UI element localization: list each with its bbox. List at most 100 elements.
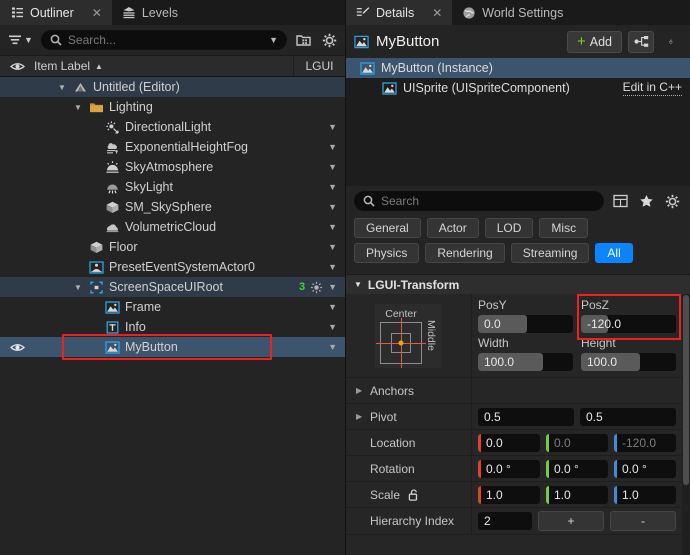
filter-button-all[interactable]: All	[595, 243, 633, 263]
value-field[interactable]: 1.0	[546, 485, 608, 504]
row-chevron-down-icon[interactable]: ▼	[328, 222, 337, 232]
details-title-text: MyButton	[376, 33, 440, 50]
value-field[interactable]: 0.5	[580, 407, 676, 426]
row-chevron-down-icon[interactable]: ▼	[328, 142, 337, 152]
component-row[interactable]: UISprite (UISpriteComponent) Edit in C++	[346, 78, 690, 98]
lock-details-button[interactable]	[660, 31, 682, 53]
outliner-row-controls: 3 ▼	[299, 280, 345, 295]
details-search-input[interactable]: Search	[354, 191, 604, 211]
sun-icon[interactable]	[309, 280, 324, 295]
section-header-lgui-transform[interactable]: ▼ LGUI-Transform	[346, 274, 690, 294]
tab-world-settings[interactable]: World Settings	[452, 0, 573, 25]
filter-button-lod[interactable]: LOD	[484, 218, 534, 238]
outliner-item-name: VolumetricCloud	[34, 220, 328, 235]
outliner-search-input[interactable]: Search... ▼	[40, 30, 287, 50]
filter-button-physics[interactable]: Physics	[354, 243, 420, 263]
column-item-label[interactable]: Item Label ▲	[34, 59, 293, 73]
blueprint-button[interactable]	[628, 30, 654, 53]
add-component-button[interactable]: + Add	[566, 30, 622, 53]
property-values: 1.0 1.0 1.0	[472, 483, 682, 507]
filter-button-general[interactable]: General	[354, 218, 421, 238]
value-field[interactable]: 0.0	[546, 433, 608, 452]
value-field[interactable]: -120.0	[614, 433, 676, 452]
value-field[interactable]: 0.0 °	[614, 459, 676, 478]
outliner-item-preseteventsystemactor0[interactable]: PresetEventSystemActor0 ▼	[0, 257, 345, 277]
close-icon[interactable]: ✕	[432, 6, 442, 20]
axis-color-bar-z	[614, 459, 617, 478]
field-input-height[interactable]: 100.0	[581, 353, 676, 371]
value-field[interactable]: 0.0 °	[478, 459, 540, 478]
field-input-posy[interactable]: 0.0	[478, 315, 573, 333]
table-view-button[interactable]	[610, 191, 630, 211]
outliner-item-exponentialheightfog[interactable]: ExponentialHeightFog ▼	[0, 137, 345, 157]
outliner-item-skyatmosphere[interactable]: SkyAtmosphere ▼	[0, 157, 345, 177]
new-folder-button[interactable]	[293, 30, 313, 50]
outliner-item-sm-skysphere[interactable]: SM_SkySphere ▼	[0, 197, 345, 217]
favorites-button[interactable]	[636, 191, 656, 211]
row-chevron-down-icon[interactable]: ▼	[328, 282, 337, 292]
row-chevron-down-icon[interactable]: ▼	[328, 302, 337, 312]
expand-triangle-icon[interactable]: ▼	[56, 83, 68, 92]
close-icon[interactable]: ✕	[92, 6, 102, 20]
row-chevron-down-icon[interactable]: ▼	[328, 242, 337, 252]
outliner-settings-button[interactable]	[319, 30, 339, 50]
levels-icon	[122, 6, 136, 20]
filter-button-actor[interactable]: Actor	[426, 218, 479, 238]
outliner-item-directionallight[interactable]: DirectionalLight ▼	[0, 117, 345, 137]
row-chevron-down-icon[interactable]: ▼	[328, 202, 337, 212]
outliner-item-label: SkyLight	[125, 180, 173, 194]
expand-triangle-icon[interactable]: ▼	[72, 103, 84, 112]
filter-button[interactable]: ▼	[6, 32, 35, 48]
expand-triangle-icon[interactable]: ▶	[356, 412, 364, 421]
properties-scrollbar[interactable]	[682, 294, 690, 555]
row-chevron-down-icon[interactable]: ▼	[328, 342, 337, 352]
decrement-button[interactable]: -	[610, 511, 676, 531]
edit-in-cpp-link[interactable]: Edit in C++	[622, 80, 682, 96]
value-field[interactable]: 1.0	[614, 485, 676, 504]
outliner-item-lighting[interactable]: ▼ Lighting	[0, 97, 345, 117]
component-row[interactable]: MyButton (Instance)	[346, 58, 690, 78]
outliner-item-name: Frame	[34, 300, 328, 315]
value-field[interactable]: 0.5	[478, 407, 574, 426]
row-chevron-down-icon[interactable]: ▼	[328, 182, 337, 192]
value-field[interactable]: 0.0 °	[546, 459, 608, 478]
value-field[interactable]: 2	[478, 512, 532, 530]
unlock-icon[interactable]	[406, 487, 421, 502]
chevron-down-icon[interactable]: ▼	[269, 35, 278, 45]
outliner-item-name: MyButton	[34, 340, 328, 355]
outliner-item-floor[interactable]: Floor ▼	[0, 237, 345, 257]
outliner-item-info[interactable]: Info ▼	[0, 317, 345, 337]
tab-levels[interactable]: Levels	[112, 0, 188, 25]
outliner-item-volumetriccloud[interactable]: VolumetricCloud ▼	[0, 217, 345, 237]
expand-triangle-icon[interactable]: ▼	[72, 283, 84, 292]
filter-button-misc[interactable]: Misc	[539, 218, 589, 238]
row-chevron-down-icon[interactable]: ▼	[328, 122, 337, 132]
filter-button-rendering[interactable]: Rendering	[425, 243, 505, 263]
outliner-item-screenspaceuiroot[interactable]: ▼ ScreenSpaceUIRoot 3 ▼	[0, 277, 345, 297]
anchor-preset-widget[interactable]: Center Middle	[346, 294, 472, 377]
outliner-item-skylight[interactable]: SkyLight ▼	[0, 177, 345, 197]
details-settings-button[interactable]	[662, 191, 682, 211]
outliner-item-mybutton[interactable]: MyButton ▼	[0, 337, 345, 357]
tab-outliner[interactable]: Outliner ✕	[0, 0, 112, 25]
visibility-toggle[interactable]	[0, 342, 34, 353]
tab-details[interactable]: Details ✕	[346, 0, 453, 25]
value-field[interactable]: 0.0	[478, 433, 540, 452]
field-input-posz[interactable]: -120.0	[581, 315, 676, 333]
scrollbar-thumb[interactable]	[683, 295, 689, 485]
outliner-item-frame[interactable]: Frame ▼	[0, 297, 345, 317]
sort-ascending-icon: ▲	[95, 61, 103, 71]
increment-button[interactable]: +	[538, 511, 604, 531]
row-chevron-down-icon[interactable]: ▼	[328, 322, 337, 332]
row-chevron-down-icon[interactable]: ▼	[328, 162, 337, 172]
value-field[interactable]: 1.0	[478, 485, 540, 504]
expand-triangle-icon[interactable]: ▶	[356, 386, 364, 395]
outliner-item-name: Floor	[34, 240, 328, 255]
outliner-item-untitled-editor[interactable]: ▼ Untitled (Editor)	[0, 77, 345, 97]
row-chevron-down-icon[interactable]: ▼	[328, 262, 337, 272]
column-lgui[interactable]: LGUI	[293, 55, 345, 77]
filter-button-streaming[interactable]: Streaming	[510, 243, 590, 263]
outliner-item-label: Untitled (Editor)	[93, 80, 180, 94]
field-input-width[interactable]: 100.0	[478, 353, 573, 371]
section-title: LGUI-Transform	[367, 277, 460, 292]
